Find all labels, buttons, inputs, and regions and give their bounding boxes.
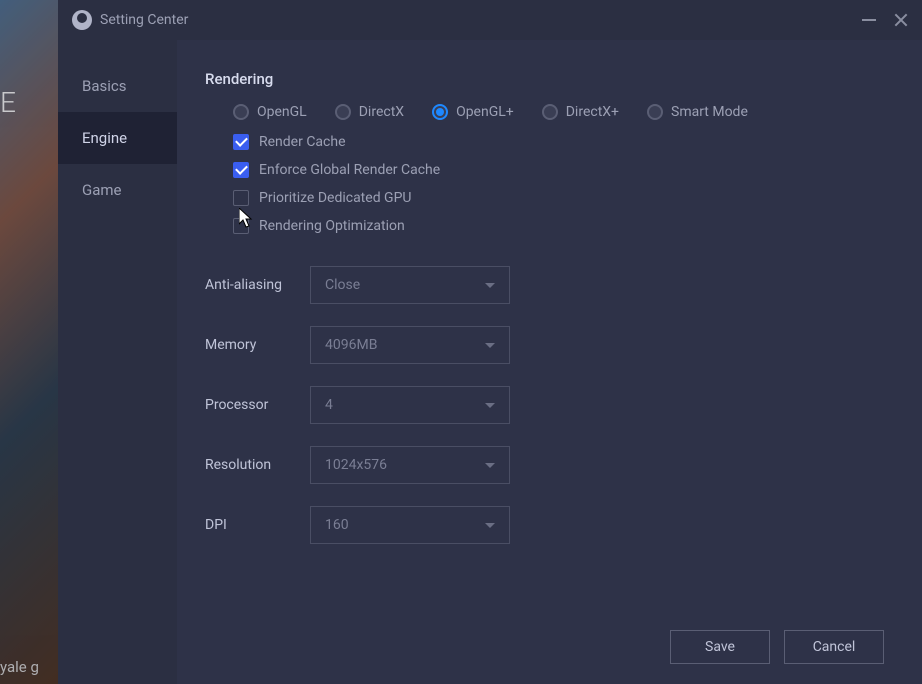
rendering-checkbox-group: Render Cache Enforce Global Render Cache… <box>233 134 884 246</box>
processor-dropdown[interactable]: 4 <box>310 386 510 424</box>
radio-directx[interactable]: DirectX <box>335 104 404 120</box>
dropdown-value: 4096MB <box>325 337 377 353</box>
dropdown-value: Close <box>325 277 360 293</box>
radio-circle-icon <box>647 104 663 120</box>
dropdown-value: 4 <box>325 397 333 413</box>
titlebar: Setting Center <box>58 0 922 40</box>
antialiasing-dropdown[interactable]: Close <box>310 266 510 304</box>
checkbox-enforce-global-cache[interactable]: Enforce Global Render Cache <box>233 162 884 178</box>
radio-circle-icon <box>335 104 351 120</box>
checkbox-label: Prioritize Dedicated GPU <box>259 190 412 206</box>
radio-openglplus[interactable]: OpenGL+ <box>432 104 514 120</box>
chevron-down-icon <box>485 343 495 348</box>
app-logo-icon <box>72 10 92 30</box>
sidebar-item-label: Basics <box>82 77 127 95</box>
resolution-row: Resolution 1024x576 <box>205 446 884 484</box>
window-body: Basics Engine Game Rendering OpenGL Dire… <box>58 40 922 684</box>
settings-window: Setting Center Basics Engine Game Render… <box>58 0 922 684</box>
window-controls <box>862 13 908 27</box>
button-label: Cancel <box>813 639 856 655</box>
radio-smartmode[interactable]: Smart Mode <box>647 104 748 120</box>
processor-label: Processor <box>205 397 310 413</box>
checkbox-render-cache[interactable]: Render Cache <box>233 134 884 150</box>
radio-circle-icon <box>542 104 558 120</box>
sidebar-item-label: Game <box>82 181 122 199</box>
resolution-dropdown[interactable]: 1024x576 <box>310 446 510 484</box>
sidebar-item-basics[interactable]: Basics <box>58 60 177 112</box>
checkbox-box-icon <box>233 134 249 150</box>
chevron-down-icon <box>485 463 495 468</box>
footer-buttons: Save Cancel <box>670 630 884 664</box>
radio-label: DirectX <box>359 104 404 120</box>
dropdown-value: 160 <box>325 517 349 533</box>
radio-opengl[interactable]: OpenGL <box>233 104 307 120</box>
sidebar-item-engine[interactable]: Engine <box>58 112 177 164</box>
rendering-section-title: Rendering <box>205 70 884 88</box>
sidebar-item-game[interactable]: Game <box>58 164 177 216</box>
processor-row: Processor 4 <box>205 386 884 424</box>
radio-label: DirectX+ <box>566 104 619 120</box>
window-title: Setting Center <box>100 12 862 28</box>
background-text-bottom: yale g <box>0 658 39 676</box>
dpi-label: DPI <box>205 517 310 533</box>
radio-label: OpenGL+ <box>456 104 514 120</box>
chevron-down-icon <box>485 403 495 408</box>
dpi-dropdown[interactable]: 160 <box>310 506 510 544</box>
radio-directxplus[interactable]: DirectX+ <box>542 104 619 120</box>
memory-label: Memory <box>205 337 310 353</box>
chevron-down-icon <box>485 283 495 288</box>
memory-dropdown[interactable]: 4096MB <box>310 326 510 364</box>
button-label: Save <box>705 639 735 655</box>
checkbox-box-icon <box>233 218 249 234</box>
save-button[interactable]: Save <box>670 630 770 664</box>
background-text-fragment: E <box>0 86 18 119</box>
checkbox-box-icon <box>233 162 249 178</box>
rendering-radio-group: OpenGL DirectX OpenGL+ DirectX+ Smart Mo… <box>233 104 884 120</box>
close-button[interactable] <box>894 13 908 27</box>
chevron-down-icon <box>485 523 495 528</box>
checkbox-label: Enforce Global Render Cache <box>259 162 440 178</box>
content-area: Rendering OpenGL DirectX OpenGL+ DirectX… <box>177 40 922 684</box>
dropdown-value: 1024x576 <box>325 457 387 473</box>
checkbox-prioritize-gpu[interactable]: Prioritize Dedicated GPU <box>233 190 884 206</box>
checkbox-rendering-optimization[interactable]: Rendering Optimization <box>233 218 884 234</box>
background-game-image: E yale g <box>0 0 58 684</box>
sidebar: Basics Engine Game <box>58 40 177 684</box>
minimize-button[interactable] <box>862 19 876 21</box>
checkbox-box-icon <box>233 190 249 206</box>
radio-label: Smart Mode <box>671 104 748 120</box>
cancel-button[interactable]: Cancel <box>784 630 884 664</box>
sidebar-item-label: Engine <box>82 129 127 147</box>
radio-circle-icon <box>432 104 448 120</box>
dpi-row: DPI 160 <box>205 506 884 544</box>
resolution-label: Resolution <box>205 457 310 473</box>
checkbox-label: Rendering Optimization <box>259 218 405 234</box>
antialiasing-label: Anti-aliasing <box>205 277 310 293</box>
radio-circle-icon <box>233 104 249 120</box>
antialiasing-row: Anti-aliasing Close <box>205 266 884 304</box>
memory-row: Memory 4096MB <box>205 326 884 364</box>
radio-label: OpenGL <box>257 104 307 120</box>
checkbox-label: Render Cache <box>259 134 346 150</box>
